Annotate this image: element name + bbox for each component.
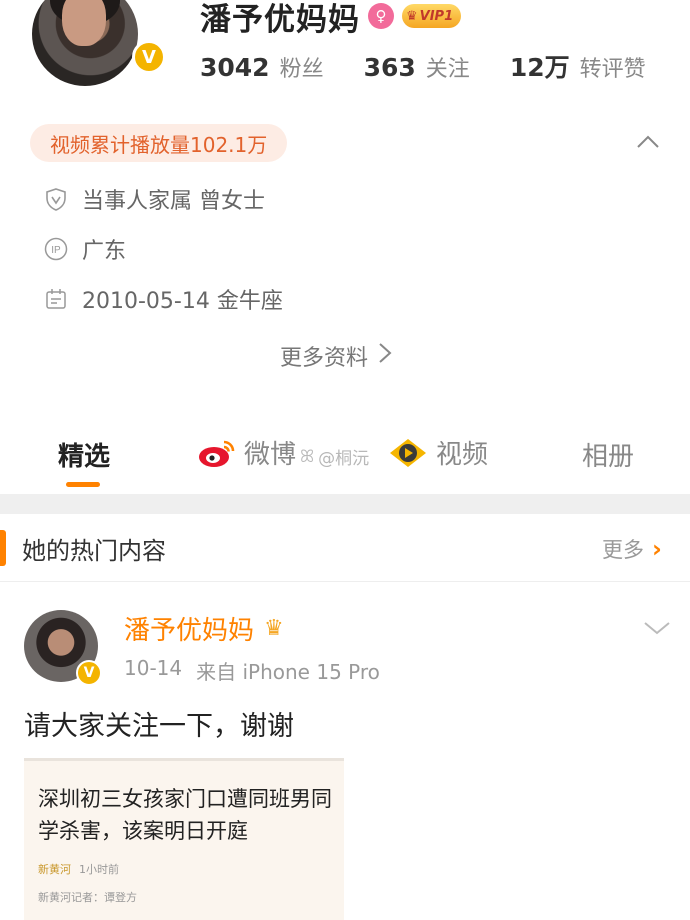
tab-video[interactable]: 视频 [388,434,488,471]
verification-text: 当事人家属 曾女士 [82,189,265,214]
weibo-logo-icon [199,440,235,467]
verified-badge-icon: V [132,40,166,74]
birthday-row: 2010-05-14 金牛座 [44,283,283,315]
hot-content-header: 她的热门内容 更多 › [0,514,690,582]
birthday-text: 2010-05-14 金牛座 [82,289,283,314]
post-text: 请大家关注一下，谢谢 [24,711,294,742]
more-info-label: 更多资料 [280,346,369,371]
ip-location-text: 广东 [82,239,127,264]
article-source-time: 1小时前 [79,863,119,876]
tab-label: 视频 [436,440,489,470]
hot-content-title: 她的热门内容 [22,537,166,565]
post-author-name[interactable]: 潘予优妈妈 [124,610,254,647]
ip-location-row: IP 广东 [44,233,126,265]
hot-more-link[interactable]: 更多 › [602,534,662,564]
article-source-brand: 新黄河 [38,863,71,876]
tab-weibo[interactable]: 微博 [198,434,296,471]
profile-name-row: 潘予优妈妈 ♀ ♛ VIP1 [200,0,462,38]
stat-label: 粉丝 [279,57,324,82]
vip-badge[interactable]: ♛ VIP1 [402,4,462,28]
chevron-right-icon [378,342,392,370]
article-reporter: 新黄河记者：谭登方 [38,891,137,904]
article-card[interactable]: 深圳初三女孩家门口遭同班男同学杀害，该案明日开庭 新黄河 1小时前 新黄河记者：… [24,758,344,920]
article-title: 深圳初三女孩家门口遭同班男同学杀害，该案明日开庭 [38,787,332,843]
tab-album[interactable]: 相册 [582,436,634,473]
hot-more-label: 更多 [602,538,644,562]
article-source: 新黄河 1小时前 [38,861,119,877]
crown-icon: ♛ [264,616,284,641]
verification-row: 当事人家属 曾女士 [44,183,265,215]
tab-label: 精选 [58,442,111,472]
ip-icon: IP [44,237,68,261]
profile-avatar[interactable] [32,0,138,86]
svg-text:IP: IP [51,245,61,256]
stat-number: 3042 [200,53,270,82]
chevron-down-icon[interactable] [642,618,672,638]
profile-stats: 3042 粉丝 363 关注 12万 转评赞 [200,48,686,84]
vip-label: VIP1 [419,8,454,24]
weibo-watermark-icon: ꕤ [300,446,315,467]
video-play-icon [390,438,426,467]
video-play-count-pill: 视频累计播放量102.1万 [30,124,288,162]
watermark-text: @桐沅 [318,449,370,469]
verified-badge-icon: V [76,660,102,686]
post-author-row: 潘予优妈妈 ♛ [124,610,284,647]
stat-label: 转评赞 [579,57,646,82]
stat-likes[interactable]: 12万 转评赞 [510,48,646,84]
stat-followers[interactable]: 3042 粉丝 [200,51,324,83]
female-gender-icon: ♀ [368,3,394,29]
chevron-right-icon: › [652,535,662,563]
watermark: ꕤ @桐沅 [300,444,370,470]
calendar-icon [44,287,68,311]
tab-label: 微博 [244,440,297,470]
stat-number: 12万 [509,53,570,82]
section-divider [0,494,690,514]
stat-number: 363 [363,53,416,82]
post-meta: 10-14 来自 iPhone 15 Pro [124,656,380,685]
chevron-up-icon[interactable] [636,132,660,152]
tab-featured[interactable]: 精选 [58,436,110,473]
post-date: 10-14 [124,656,183,680]
more-info-link[interactable]: 更多资料 [280,340,392,372]
crown-icon: ♛ [406,8,418,24]
shield-icon [44,187,68,211]
tab-label: 相册 [582,442,635,472]
post-source: 来自 iPhone 15 Pro [196,660,380,684]
active-tab-indicator [66,482,100,487]
section-accent-bar [0,530,6,566]
stat-label: 关注 [425,57,470,82]
profile-name: 潘予优妈妈 [200,1,360,38]
stat-following[interactable]: 363 关注 [364,51,470,83]
